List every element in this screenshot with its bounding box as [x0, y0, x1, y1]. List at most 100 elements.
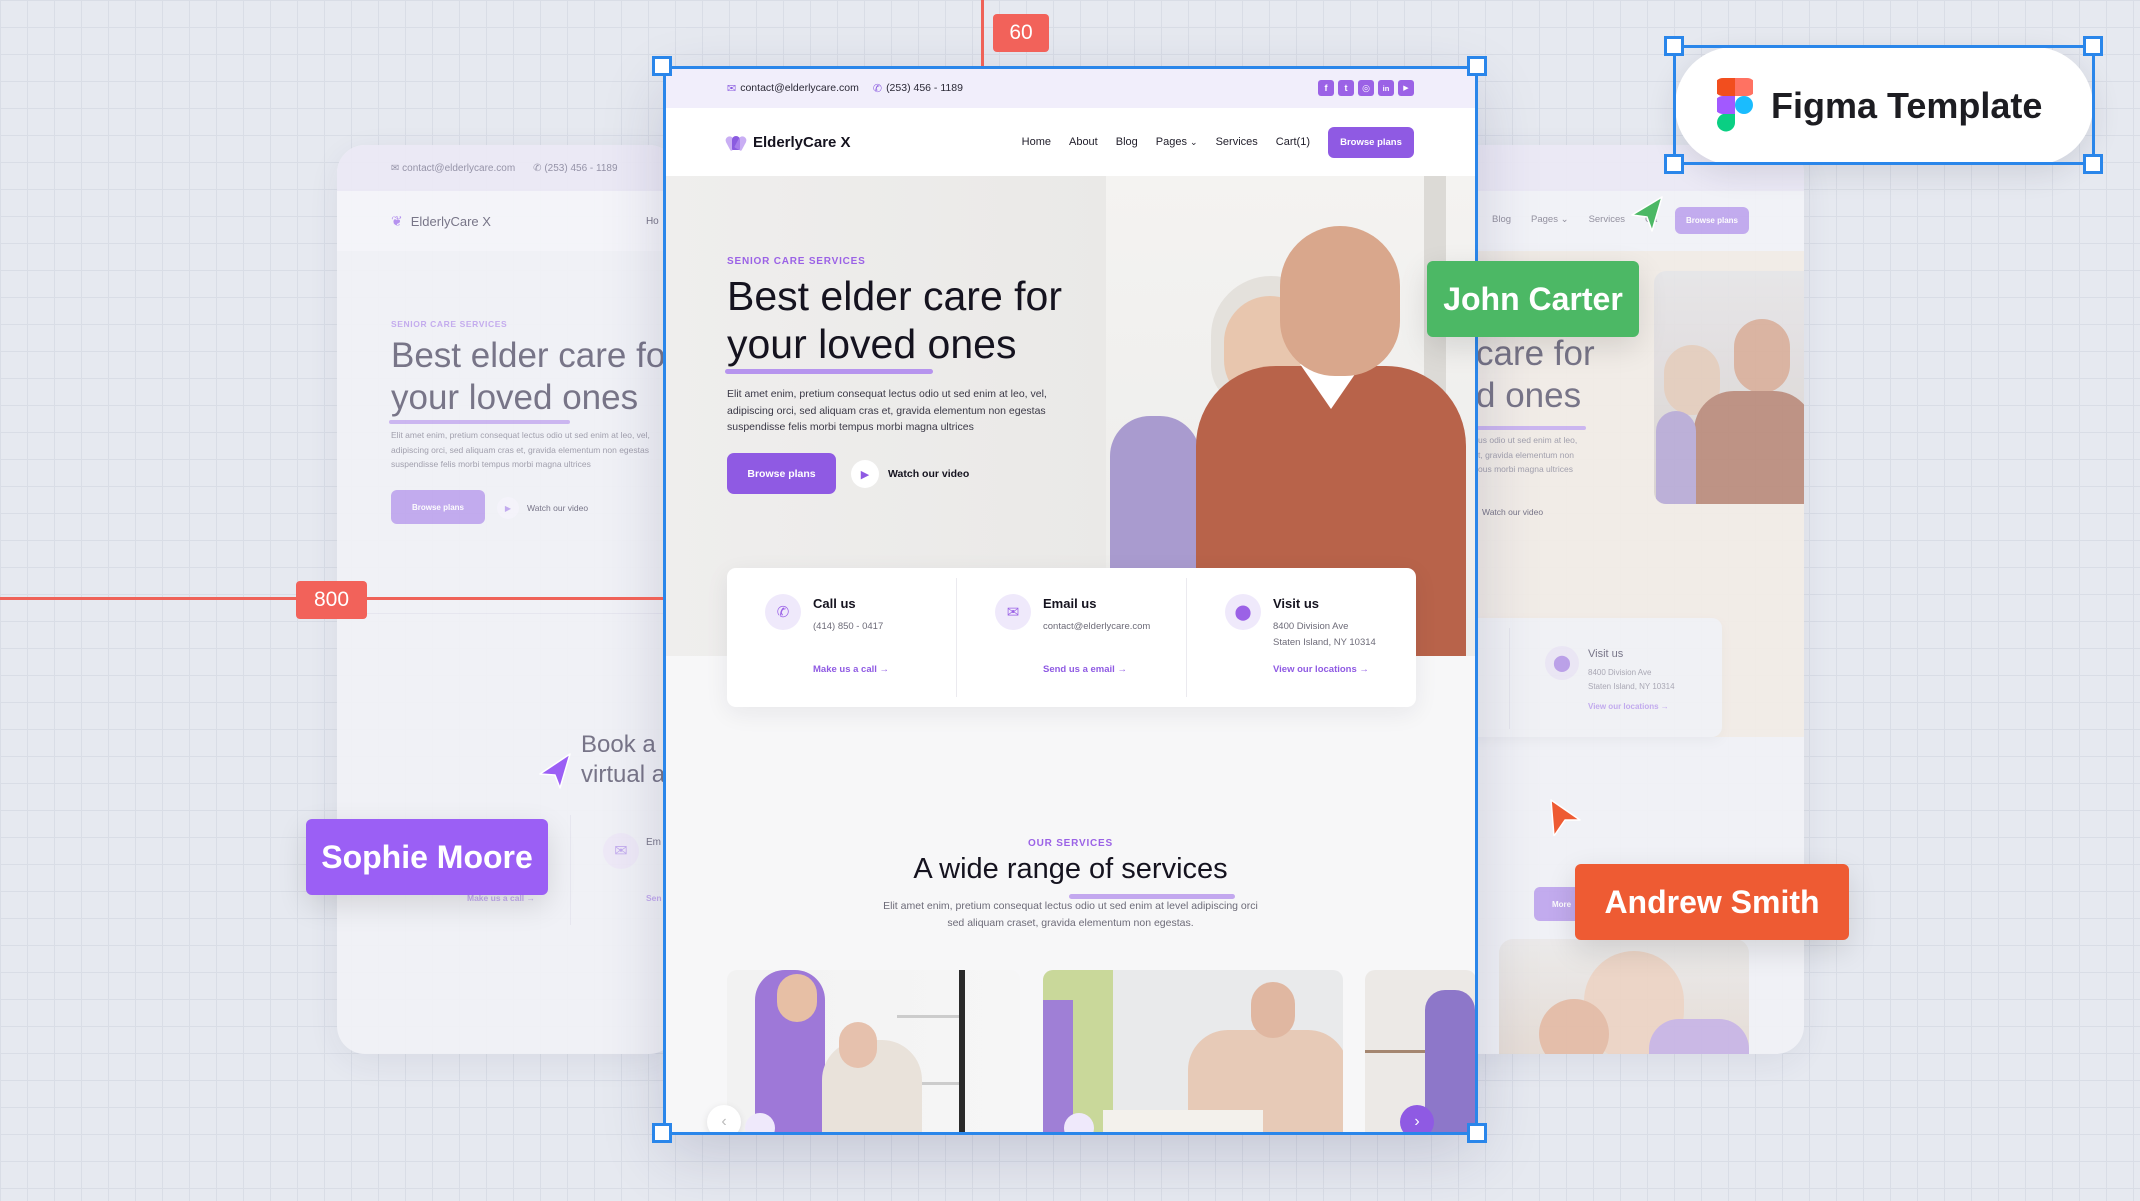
watch-video-button[interactable]: ▶ Watch our video	[851, 460, 969, 488]
bg-left-logo: ElderlyCare X	[410, 213, 491, 229]
mail-icon: ✉	[727, 82, 737, 95]
carousel-next-button[interactable]: ›	[1400, 1105, 1434, 1133]
bg-left-logo-icon: ❦	[391, 212, 403, 229]
resize-handle-tr[interactable]	[1467, 56, 1487, 76]
contact-call: ✆ Call us (414) 850 - 0417 Make us a cal…	[727, 578, 957, 697]
bg-right-title-underline	[1470, 426, 1586, 430]
badge-handle-br[interactable]	[2083, 154, 2103, 174]
bg-left-send-link: Sen	[646, 893, 662, 903]
view-locations-link[interactable]: View our locations →	[1273, 664, 1369, 675]
main-nav: ElderlyCare X Home About Blog Pages ⌄ Se…	[665, 108, 1476, 176]
cursor-sophie-moore-icon	[539, 753, 571, 789]
nav-menu: Home About Blog Pages ⌄ Services Cart(1)…	[1022, 126, 1414, 158]
ruler-badge-top: 60	[993, 14, 1049, 52]
top-info-bar: ✉ contact@elderlycare.com ✆ (253) 456 - 11…	[665, 68, 1476, 108]
contact-card: ✆ Call us (414) 850 - 0417 Make us a cal…	[727, 568, 1416, 707]
phone-icon: ✆	[765, 594, 801, 630]
topbar-email[interactable]: ✉ contact@elderlycare.com	[727, 82, 859, 95]
bg-right-contact-card: care.com ⬤ Visit us 8400 Division AveSta…	[1440, 618, 1722, 737]
twitter-icon[interactable]: t	[1338, 80, 1354, 96]
bg-left-email: ✉ contact@elderlycare.com	[391, 162, 516, 174]
facebook-icon[interactable]: f	[1318, 80, 1334, 96]
hero-description: Elit amet enim, pretium consequat lectus…	[727, 388, 1047, 433]
bg-left-title-underline	[389, 420, 570, 424]
make-call-link[interactable]: Make us a call →	[813, 664, 889, 675]
services-description: Elit amet enim, pretium consequat lectus…	[883, 900, 1258, 929]
bg-right-hero-photo	[1654, 271, 1804, 504]
services-title: A wide range of services	[913, 853, 1228, 885]
nav-about[interactable]: About	[1069, 136, 1098, 148]
instagram-icon[interactable]: ◎	[1358, 80, 1374, 96]
nav-cart[interactable]: Cart(1)	[1276, 136, 1310, 148]
contact-visit: ⬤ Visit us 8400 Division Ave Staten Islan…	[1187, 578, 1416, 697]
collaborator-tag-sophie-moore: Sophie Moore	[306, 819, 548, 895]
chevron-down-icon: ⌄	[1190, 137, 1198, 147]
collaborator-tag-john-carter: John Carter	[1427, 261, 1639, 337]
main-page-frame[interactable]: ✉ contact@elderlycare.com ✆ (253) 456 - 11…	[665, 68, 1476, 1133]
bg-right-watch: Watch our video	[1482, 507, 1544, 517]
bg-left-divider	[337, 613, 677, 614]
carousel-prev-button[interactable]: ‹	[707, 1105, 741, 1133]
bg-right-pin-icon: ⬤	[1545, 646, 1579, 680]
ruler-guide-vertical	[981, 0, 984, 66]
cursor-andrew-smith-icon	[1550, 799, 1581, 836]
contact-email: ✉ Email us contact@elderlycare.com Send …	[957, 578, 1187, 697]
topbar-phone[interactable]: ✆ (253) 456 - 1189	[873, 82, 963, 95]
linkedin-icon[interactable]: in	[1378, 80, 1394, 96]
bg-left-play-icon: ▶	[497, 497, 519, 519]
bg-left-book-text: Book a virtual a	[581, 731, 666, 788]
bg-right-hero-title: care for d ones	[1476, 334, 1595, 415]
bg-left-hero-desc: Elit amet enim, pretium consequat lectus…	[391, 430, 650, 469]
bg-left-mail-icon: ✉	[603, 833, 639, 869]
bg-left-phone: ✆ (253) 456 - 1189	[533, 162, 618, 174]
badge-handle-tr[interactable]	[2083, 36, 2103, 56]
send-email-link[interactable]: Send us a email →	[1043, 664, 1127, 675]
site-logo[interactable]: ElderlyCare X	[724, 134, 851, 152]
bg-left-hero-title: Best elder care for your loved ones	[391, 336, 677, 417]
bg-left-col-divider	[570, 815, 571, 925]
chevron-left-icon: ‹	[721, 1113, 727, 1130]
hero-section: SENIOR CARE SERVICES Best elder care for…	[665, 176, 1476, 707]
hero-eyebrow: SENIOR CARE SERVICES	[727, 256, 866, 267]
bg-right-hero-desc: us odio ut sed enim at leo, t, gravida el…	[1478, 435, 1578, 474]
services-section: OUR SERVICES A wide range of services El…	[665, 838, 1476, 932]
bg-right-nav: Blog Pages ⌄ Services Ca Browse plans	[1440, 191, 1804, 251]
bg-right-browse-button: Browse plans	[1675, 207, 1749, 234]
nav-pages[interactable]: Pages ⌄	[1156, 136, 1198, 148]
bg-right-service-photo	[1499, 939, 1749, 1054]
nav-browse-plans-button[interactable]: Browse plans	[1328, 126, 1414, 158]
bg-left-nav-home: Ho	[645, 215, 659, 227]
collaborator-tag-andrew-smith: Andrew Smith	[1575, 864, 1849, 940]
services-eyebrow: OUR SERVICES	[1028, 838, 1113, 849]
badge-handle-tl[interactable]	[1664, 36, 1684, 56]
lotus-logo-icon	[724, 134, 748, 152]
services-title-underline	[1069, 894, 1235, 899]
bg-left-topbar: ✉ contact@elderlycare.com ✆ (253) 456 - …	[337, 145, 677, 191]
cursor-john-carter-icon	[1631, 196, 1663, 232]
badge-selection-outline	[1673, 45, 2095, 165]
play-icon: ▶	[851, 460, 879, 488]
bg-left-email-title: Em	[646, 837, 661, 848]
service-card-image-1[interactable]	[727, 970, 1020, 1133]
nav-services[interactable]: Services	[1216, 136, 1258, 148]
resize-handle-bl[interactable]	[652, 1123, 672, 1143]
youtube-icon[interactable]: ▶	[1398, 80, 1414, 96]
bg-left-browse-button: Browse plans	[391, 490, 485, 524]
location-pin-icon: ⬤	[1225, 594, 1261, 630]
hero-browse-plans-button[interactable]: Browse plans	[727, 453, 836, 494]
hero-title-underline	[725, 369, 933, 374]
bg-left-watch: ▶ Watch our video	[497, 497, 588, 519]
phone-icon: ✆	[872, 82, 883, 95]
bg-left-eyebrow: SENIOR CARE SERVICES	[391, 319, 508, 329]
resize-handle-tl[interactable]	[652, 56, 672, 76]
resize-handle-br[interactable]	[1467, 1123, 1487, 1143]
hero-title: Best elder care for your loved ones	[727, 273, 1062, 367]
nav-home[interactable]: Home	[1022, 136, 1051, 148]
nav-blog[interactable]: Blog	[1116, 136, 1138, 148]
ruler-badge-left: 800	[296, 581, 367, 619]
badge-handle-bl[interactable]	[1664, 154, 1684, 174]
service-card-image-2[interactable]	[1043, 970, 1343, 1133]
chevron-right-icon: ›	[1414, 1113, 1420, 1130]
bg-left-nav: ❦ ElderlyCare X Ho	[337, 191, 677, 251]
mail-icon: ✉	[995, 594, 1031, 630]
